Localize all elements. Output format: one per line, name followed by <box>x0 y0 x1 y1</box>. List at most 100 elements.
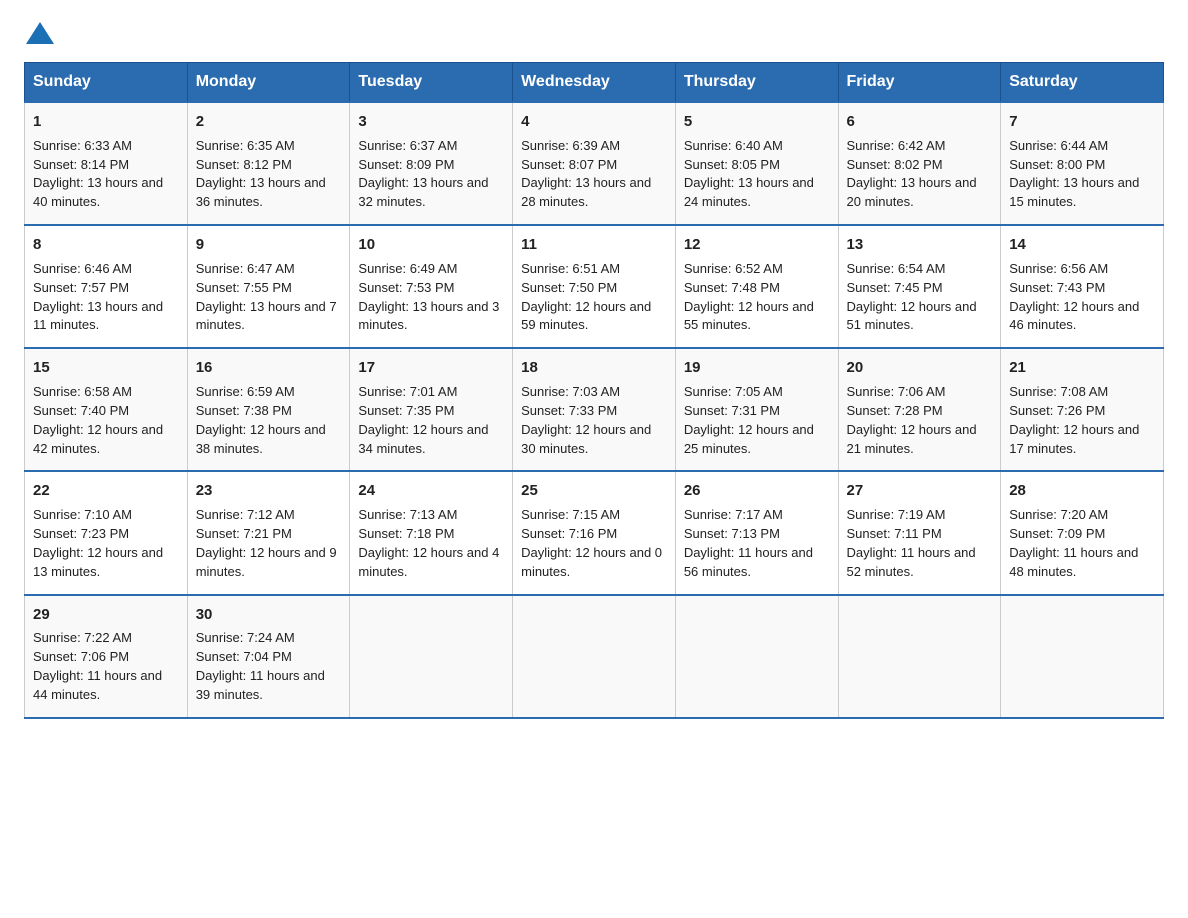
day-number: 28 <box>1009 480 1155 502</box>
calendar-cell: 14 Sunrise: 6:56 AMSunset: 7:43 PMDayligh… <box>1001 225 1164 348</box>
day-info: Sunrise: 7:20 AMSunset: 7:09 PMDaylight:… <box>1009 507 1138 579</box>
calendar-week-row: 8 Sunrise: 6:46 AMSunset: 7:57 PMDaylight… <box>25 225 1164 348</box>
day-info: Sunrise: 7:17 AMSunset: 7:13 PMDaylight:… <box>684 507 813 579</box>
calendar-cell: 12 Sunrise: 6:52 AMSunset: 7:48 PMDayligh… <box>675 225 838 348</box>
calendar-cell: 10 Sunrise: 6:49 AMSunset: 7:53 PMDayligh… <box>350 225 513 348</box>
day-number: 10 <box>358 234 504 256</box>
calendar-cell <box>675 595 838 718</box>
day-number: 1 <box>33 111 179 133</box>
day-info: Sunrise: 7:15 AMSunset: 7:16 PMDaylight:… <box>521 507 662 579</box>
day-info: Sunrise: 6:56 AMSunset: 7:43 PMDaylight:… <box>1009 261 1139 333</box>
calendar-cell <box>1001 595 1164 718</box>
calendar-cell: 27 Sunrise: 7:19 AMSunset: 7:11 PMDayligh… <box>838 471 1001 594</box>
day-info: Sunrise: 7:08 AMSunset: 7:26 PMDaylight:… <box>1009 384 1139 456</box>
column-header-thursday: Thursday <box>675 63 838 103</box>
calendar-cell: 2Sunrise: 6:35 AMSunset: 8:12 PMDaylight… <box>187 102 350 225</box>
calendar-cell: 15Sunrise: 6:58 AMSunset: 7:40 PMDayligh… <box>25 348 188 471</box>
day-info: Sunrise: 6:52 AMSunset: 7:48 PMDaylight:… <box>684 261 814 333</box>
page-header <box>24 24 1164 46</box>
calendar-cell: 17 Sunrise: 7:01 AMSunset: 7:35 PMDayligh… <box>350 348 513 471</box>
column-header-monday: Monday <box>187 63 350 103</box>
day-number: 5 <box>684 111 830 133</box>
day-info: Sunrise: 7:22 AMSunset: 7:06 PMDaylight:… <box>33 630 162 702</box>
calendar-week-row: 1 Sunrise: 6:33 AMSunset: 8:14 PMDaylight… <box>25 102 1164 225</box>
day-number: 4 <box>521 111 667 133</box>
calendar-cell: 8 Sunrise: 6:46 AMSunset: 7:57 PMDaylight… <box>25 225 188 348</box>
day-number: 11 <box>521 234 667 256</box>
day-number: 22 <box>33 480 179 502</box>
calendar-cell: 7 Sunrise: 6:44 AMSunset: 8:00 PMDaylight… <box>1001 102 1164 225</box>
calendar-cell <box>838 595 1001 718</box>
day-info: Sunrise: 7:10 AMSunset: 7:23 PMDaylight:… <box>33 507 163 579</box>
calendar-header-row: SundayMondayTuesdayWednesdayThursdayFrid… <box>25 63 1164 103</box>
calendar-cell: 9 Sunrise: 6:47 AMSunset: 7:55 PMDaylight… <box>187 225 350 348</box>
day-info: Sunrise: 6:49 AMSunset: 7:53 PMDaylight:… <box>358 261 499 333</box>
day-number: 24 <box>358 480 504 502</box>
day-number: 23 <box>196 480 342 502</box>
day-number: 3 <box>358 111 504 133</box>
calendar-cell: 24 Sunrise: 7:13 AMSunset: 7:18 PMDayligh… <box>350 471 513 594</box>
day-number: 25 <box>521 480 667 502</box>
column-header-tuesday: Tuesday <box>350 63 513 103</box>
day-number: 14 <box>1009 234 1155 256</box>
day-info: Sunrise: 7:06 AMSunset: 7:28 PMDaylight:… <box>847 384 977 456</box>
day-number: 18 <box>521 357 667 379</box>
day-info: Sunrise: 7:24 AMSunset: 7:04 PMDaylight:… <box>196 630 325 702</box>
calendar-cell: 29 Sunrise: 7:22 AMSunset: 7:06 PMDayligh… <box>25 595 188 718</box>
day-info: Sunrise: 6:54 AMSunset: 7:45 PMDaylight:… <box>847 261 977 333</box>
day-number: 16 <box>196 357 342 379</box>
day-info: Sunrise: 6:44 AMSunset: 8:00 PMDaylight:… <box>1009 138 1139 210</box>
day-info: Sunrise: 7:19 AMSunset: 7:11 PMDaylight:… <box>847 507 976 579</box>
day-info: Sunrise: 6:59 AMSunset: 7:38 PMDaylight:… <box>196 384 326 456</box>
day-number: 29 <box>33 604 179 626</box>
day-number: 8 <box>33 234 179 256</box>
calendar-cell: 23 Sunrise: 7:12 AMSunset: 7:21 PMDayligh… <box>187 471 350 594</box>
column-header-sunday: Sunday <box>25 63 188 103</box>
calendar-cell: 3 Sunrise: 6:37 AMSunset: 8:09 PMDaylight… <box>350 102 513 225</box>
day-info: Sunrise: 6:40 AMSunset: 8:05 PMDaylight:… <box>684 138 814 210</box>
day-info: Sunrise: 7:12 AMSunset: 7:21 PMDaylight:… <box>196 507 337 579</box>
day-info: Sunrise: 7:05 AMSunset: 7:31 PMDaylight:… <box>684 384 814 456</box>
day-number: 13 <box>847 234 993 256</box>
calendar-cell: 5 Sunrise: 6:40 AMSunset: 8:05 PMDaylight… <box>675 102 838 225</box>
day-info: Sunrise: 6:42 AMSunset: 8:02 PMDaylight:… <box>847 138 977 210</box>
day-info: Sunrise: 7:13 AMSunset: 7:18 PMDaylight:… <box>358 507 499 579</box>
day-number: 27 <box>847 480 993 502</box>
calendar-cell: 26 Sunrise: 7:17 AMSunset: 7:13 PMDayligh… <box>675 471 838 594</box>
calendar-table: SundayMondayTuesdayWednesdayThursdayFrid… <box>24 62 1164 719</box>
calendar-cell: 21 Sunrise: 7:08 AMSunset: 7:26 PMDayligh… <box>1001 348 1164 471</box>
day-number: 30 <box>196 604 342 626</box>
calendar-week-row: 22 Sunrise: 7:10 AMSunset: 7:23 PMDayligh… <box>25 471 1164 594</box>
logo <box>24 24 54 46</box>
calendar-cell: 16 Sunrise: 6:59 AMSunset: 7:38 PMDayligh… <box>187 348 350 471</box>
day-info: Sunrise: 7:01 AMSunset: 7:35 PMDaylight:… <box>358 384 488 456</box>
calendar-cell <box>350 595 513 718</box>
calendar-cell: 18Sunrise: 7:03 AMSunset: 7:33 PMDayligh… <box>513 348 676 471</box>
day-info: Sunrise: 6:33 AMSunset: 8:14 PMDaylight:… <box>33 138 163 210</box>
calendar-week-row: 15Sunrise: 6:58 AMSunset: 7:40 PMDayligh… <box>25 348 1164 471</box>
calendar-cell <box>513 595 676 718</box>
calendar-cell: 20 Sunrise: 7:06 AMSunset: 7:28 PMDayligh… <box>838 348 1001 471</box>
day-number: 19 <box>684 357 830 379</box>
day-number: 20 <box>847 357 993 379</box>
logo-triangle-icon <box>26 22 54 44</box>
calendar-cell: 25 Sunrise: 7:15 AMSunset: 7:16 PMDayligh… <box>513 471 676 594</box>
column-header-wednesday: Wednesday <box>513 63 676 103</box>
day-number: 12 <box>684 234 830 256</box>
day-info: Sunrise: 6:51 AMSunset: 7:50 PMDaylight:… <box>521 261 651 333</box>
calendar-cell: 6Sunrise: 6:42 AMSunset: 8:02 PMDaylight… <box>838 102 1001 225</box>
calendar-cell: 13 Sunrise: 6:54 AMSunset: 7:45 PMDayligh… <box>838 225 1001 348</box>
column-header-saturday: Saturday <box>1001 63 1164 103</box>
day-number: 17 <box>358 357 504 379</box>
day-info: Sunrise: 6:47 AMSunset: 7:55 PMDaylight:… <box>196 261 337 333</box>
day-number: 9 <box>196 234 342 256</box>
day-number: 21 <box>1009 357 1155 379</box>
calendar-cell: 11 Sunrise: 6:51 AMSunset: 7:50 PMDayligh… <box>513 225 676 348</box>
column-header-friday: Friday <box>838 63 1001 103</box>
day-number: 7 <box>1009 111 1155 133</box>
day-info: Sunrise: 6:46 AMSunset: 7:57 PMDaylight:… <box>33 261 163 333</box>
day-info: Sunrise: 6:58 AMSunset: 7:40 PMDaylight:… <box>33 384 163 456</box>
calendar-cell: 28 Sunrise: 7:20 AMSunset: 7:09 PMDayligh… <box>1001 471 1164 594</box>
day-info: Sunrise: 6:37 AMSunset: 8:09 PMDaylight:… <box>358 138 488 210</box>
day-number: 26 <box>684 480 830 502</box>
